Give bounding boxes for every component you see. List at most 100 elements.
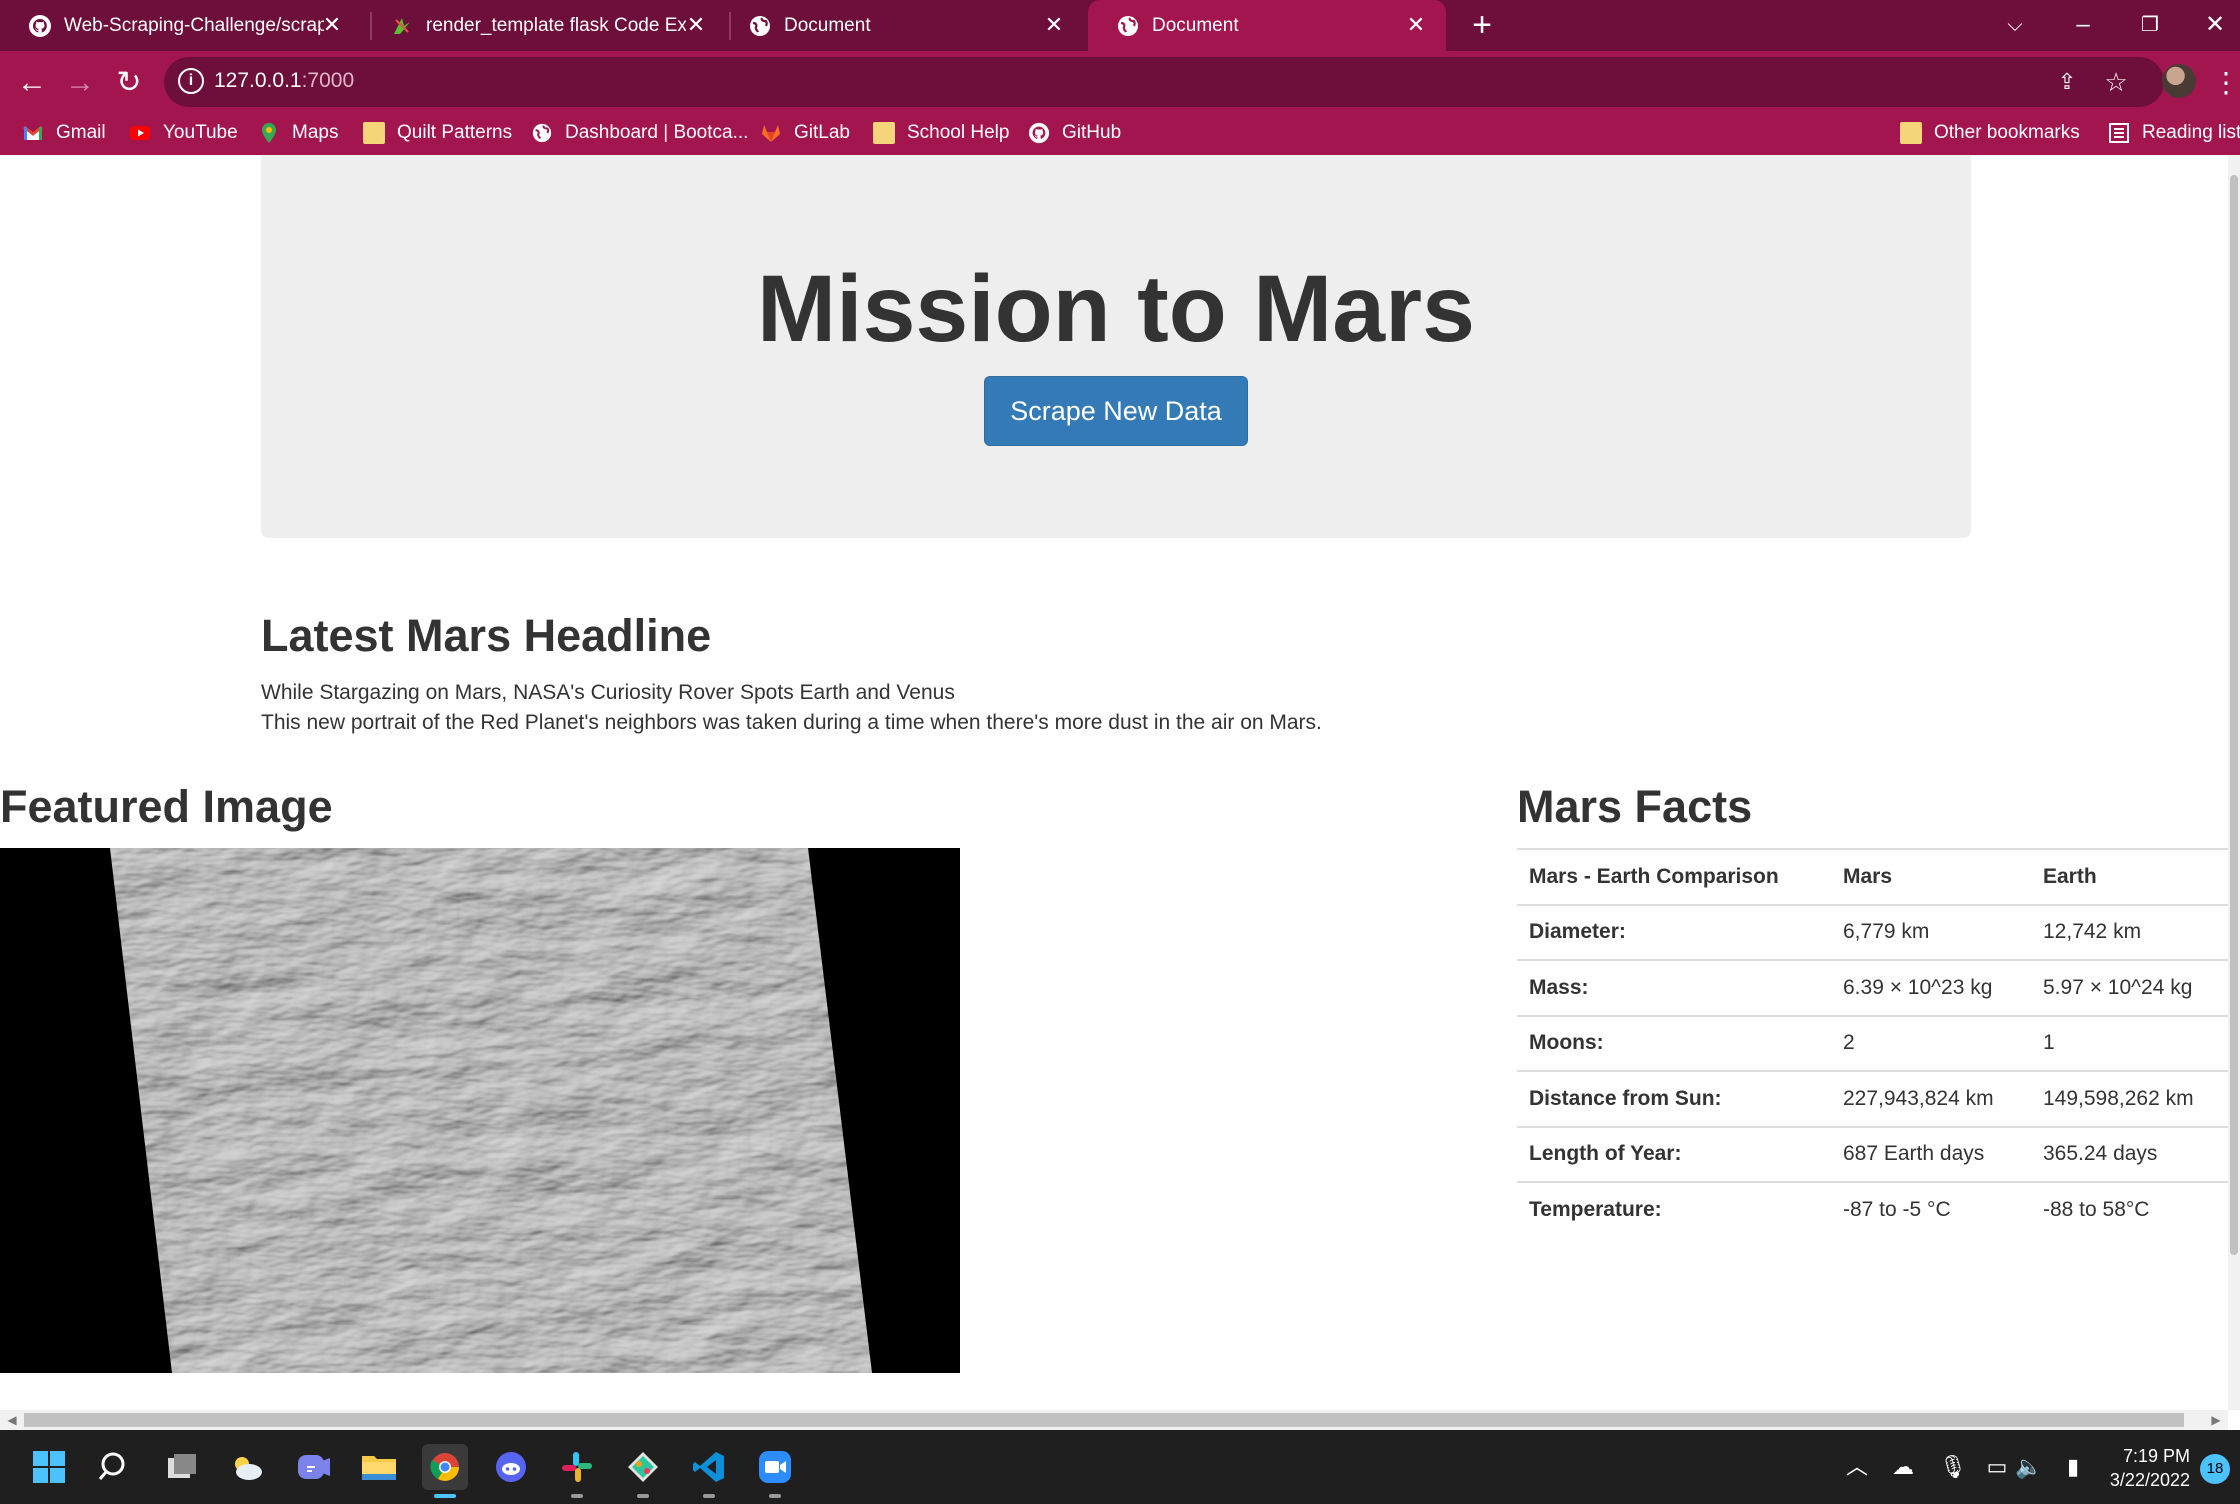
minimize-icon[interactable]: –	[2063, 8, 2103, 42]
page-title: Mission to Mars	[757, 256, 1475, 362]
start-icon[interactable]	[26, 1444, 72, 1490]
gitkraken-icon[interactable]	[620, 1444, 666, 1498]
site-info-icon[interactable]: i	[178, 68, 204, 94]
battery-icon[interactable]: ▮	[2058, 1452, 2088, 1482]
scroll-right-arrow-icon[interactable]: ▶	[2206, 1410, 2226, 1430]
reload-icon[interactable]: ↻	[109, 63, 149, 103]
github-icon	[1028, 122, 1050, 144]
table-cell: 687 Earth days	[1831, 1125, 2031, 1182]
file-explorer-icon[interactable]	[356, 1444, 402, 1490]
vscode-icon[interactable]	[686, 1444, 732, 1498]
table-cell: Temperature:	[1517, 1181, 1831, 1238]
discord-icon[interactable]	[488, 1444, 534, 1490]
close-tab-icon[interactable]: ✕	[1042, 13, 1066, 37]
reading-list[interactable]: Reading list	[2108, 111, 2240, 155]
windows-taskbar: ︿ ☁ 🎙 ▭ 🔈 ▮ 7:19 PM 3/22/2022 18	[0, 1430, 2240, 1504]
restore-icon[interactable]: ❐	[2130, 8, 2170, 42]
table-row: Diameter: 6,779 km 12,742 km	[1517, 903, 2230, 960]
chrome-icon[interactable]	[422, 1444, 468, 1498]
featured-image-heading: Featured Image	[0, 781, 333, 832]
forward-icon[interactable]: →	[60, 63, 100, 103]
system-clock[interactable]: 7:19 PM 3/22/2022	[2100, 1444, 2190, 1492]
search-icon[interactable]	[92, 1444, 138, 1490]
tab-render-template[interactable]: render_template flask Code Exam ✕	[362, 0, 726, 51]
bookmark-github[interactable]: GitHub	[1028, 111, 1121, 155]
back-icon[interactable]: ←	[12, 63, 52, 103]
network-icon[interactable]: ▭	[1982, 1452, 2012, 1482]
vertical-scrollbar[interactable]	[2228, 155, 2240, 1410]
zoom-icon[interactable]	[752, 1444, 798, 1498]
tab-label: Document	[1152, 14, 1239, 36]
task-view-icon[interactable]	[158, 1444, 204, 1490]
table-cell: Length of Year:	[1517, 1125, 1831, 1182]
close-tab-icon[interactable]: ✕	[1404, 13, 1428, 37]
news-title: While Stargazing on Mars, NASA's Curiosi…	[261, 681, 955, 704]
maps-icon	[258, 122, 280, 144]
tab-github[interactable]: Web-Scraping-Challenge/scrape_ ✕	[0, 0, 362, 51]
bookmark-label: Maps	[292, 122, 339, 143]
other-bookmarks[interactable]: Other bookmarks	[1900, 111, 2080, 155]
table-row: Moons: 2 1	[1517, 1014, 2230, 1071]
scroll-left-arrow-icon[interactable]: ◀	[2, 1410, 22, 1430]
close-tab-icon[interactable]: ✕	[684, 13, 708, 37]
clock-date: 3/22/2022	[2109, 1470, 2190, 1490]
featured-image	[0, 848, 960, 1373]
gmail-icon	[22, 122, 44, 144]
table-cell: 12,742 km	[2031, 903, 2230, 960]
microphone-icon[interactable]: 🎙	[1938, 1452, 1968, 1482]
new-tab-icon[interactable]: +	[1466, 8, 1498, 42]
horizontal-scroll-thumb[interactable]	[24, 1413, 2184, 1427]
volume-icon[interactable]: 🔈	[2014, 1452, 2044, 1482]
share-icon[interactable]: ⇪	[2052, 67, 2082, 97]
menu-kebab-icon[interactable]: ⋮	[2212, 63, 2240, 103]
tab-label: Document	[784, 14, 871, 36]
bookmark-star-icon[interactable]: ☆	[2101, 67, 2131, 97]
tab-strip: Web-Scraping-Challenge/scrape_ ✕ render_…	[0, 0, 2240, 51]
notification-badge[interactable]: 18	[2200, 1454, 2230, 1484]
close-window-icon[interactable]: ✕	[2195, 8, 2235, 42]
vertical-scroll-thumb[interactable]	[2230, 175, 2238, 1255]
bookmark-dashboard[interactable]: Dashboard | Bootca...	[531, 111, 748, 155]
onedrive-icon[interactable]: ☁	[1888, 1452, 1918, 1482]
tab-label: Web-Scraping-Challenge/scrape_	[64, 14, 324, 36]
tab-document-active[interactable]: Document ✕	[1088, 0, 1446, 51]
bookmark-label: Reading list	[2142, 122, 2240, 143]
table-cell: -87 to -5 °C	[1831, 1181, 2031, 1238]
address-bar[interactable]: i 127.0.0.1:7000 ⇪ ☆	[164, 57, 2164, 107]
table-row: Mass: 6.39 × 10^23 kg 5.97 × 10^24 kg	[1517, 959, 2230, 1016]
running-indicator	[571, 1494, 583, 1498]
bookmark-label: Gmail	[56, 122, 106, 143]
table-header-row: Mars - Earth Comparison Mars Earth	[1517, 848, 2230, 906]
close-tab-icon[interactable]: ✕	[320, 13, 344, 37]
bookmark-label: YouTube	[163, 122, 238, 143]
globe-icon	[748, 14, 772, 38]
weather-icon[interactable]	[224, 1444, 270, 1490]
bookmark-maps[interactable]: Maps	[258, 111, 338, 155]
teams-icon[interactable]	[290, 1444, 336, 1490]
bookmark-label: Dashboard | Bootca...	[565, 122, 749, 143]
horizontal-scrollbar[interactable]: ◀ ▶	[0, 1410, 2228, 1430]
table-cell: 149,598,262 km	[2031, 1070, 2230, 1127]
bookmark-gitlab[interactable]: GitLab	[760, 111, 850, 155]
scrape-new-data-button[interactable]: Scrape New Data	[984, 376, 1248, 446]
youtube-icon	[129, 122, 151, 144]
bookmark-school-help[interactable]: School Help	[873, 111, 1009, 155]
globe-icon	[531, 122, 553, 144]
bookmark-quilt-patterns[interactable]: Quilt Patterns	[363, 111, 512, 155]
show-hidden-icons-icon[interactable]: ︿	[1842, 1452, 1872, 1482]
folder-icon	[363, 122, 385, 144]
column-header: Mars	[1831, 848, 2031, 906]
profile-avatar[interactable]	[2162, 64, 2196, 98]
bookmark-youtube[interactable]: YouTube	[129, 111, 238, 155]
jumbotron: Mission to Mars Scrape New Data	[261, 155, 1971, 538]
table-cell: Mass:	[1517, 959, 1831, 1016]
running-indicator	[703, 1494, 715, 1498]
bookmark-gmail[interactable]: Gmail	[22, 111, 106, 155]
tab-search-icon[interactable]: ⌵	[1995, 8, 2035, 42]
slack-icon[interactable]	[554, 1444, 600, 1498]
tab-document-1[interactable]: Document ✕	[720, 0, 1084, 51]
news-paragraph: This new portrait of the Red Planet's ne…	[261, 711, 1322, 734]
browser-toolbar: ← → ↻ i 127.0.0.1:7000 ⇪ ☆ ⋮ Gmail YouTu…	[0, 51, 2240, 155]
page-viewport: Mission to Mars Scrape New Data Latest M…	[0, 155, 2240, 1410]
bookmark-label: School Help	[907, 122, 1010, 143]
